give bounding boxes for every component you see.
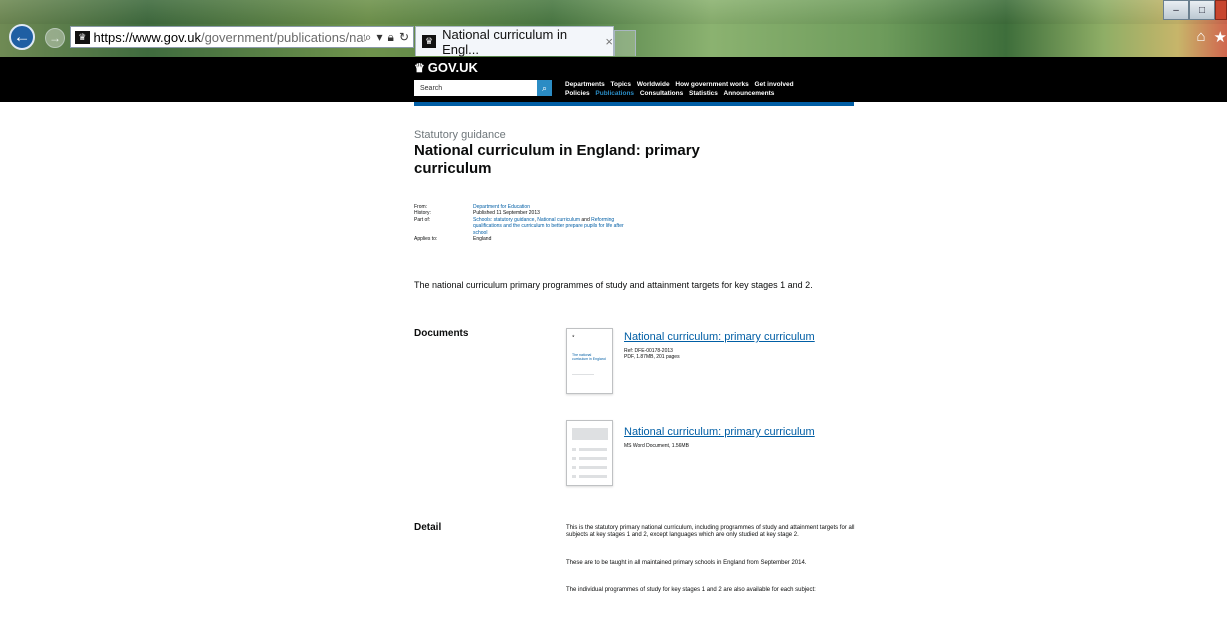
meta-applies-value: England xyxy=(473,236,492,242)
nav-consultations[interactable]: Consultations xyxy=(640,90,683,97)
detail-paragraph: These are to be taught in all maintained… xyxy=(566,560,807,566)
detail-paragraph: The individual programmes of study for k… xyxy=(566,587,816,593)
title-bar xyxy=(0,0,1227,24)
close-window-button[interactable] xyxy=(1215,0,1227,20)
maximize-button[interactable]: □ xyxy=(1189,0,1215,20)
logo-text: GOV.UK xyxy=(427,60,478,75)
nav-statistics[interactable]: Statistics xyxy=(689,90,718,97)
document-info-word: MS Word Document, 1.56MB xyxy=(624,443,689,449)
nav-worldwide[interactable]: Worldwide xyxy=(637,81,670,88)
new-tab-button[interactable] xyxy=(614,30,636,56)
site-search-input[interactable]: Search xyxy=(414,80,537,96)
browser-tab[interactable]: ♛ National curriculum in Engl... × xyxy=(415,26,614,57)
meta-part-of-link-schools[interactable]: Schools: statutory guidance xyxy=(473,217,534,223)
back-button[interactable]: ← xyxy=(9,24,35,50)
document-type: Statutory guidance xyxy=(414,129,506,141)
detail-paragraph: This is the statutory primary national c… xyxy=(566,525,855,539)
thumbnail-bullet xyxy=(572,448,576,451)
thumbnail-bullet xyxy=(572,457,576,460)
thumbnail-bullet xyxy=(572,466,576,469)
refresh-icon[interactable]: ↻ xyxy=(399,30,409,45)
detail-heading: Detail xyxy=(414,522,442,533)
browser-chrome: – □ ← → ♛ https://www.gov.uk/government/… xyxy=(0,0,1227,57)
meta-part-of-label: Part of: xyxy=(414,216,431,223)
nav-how-government-works[interactable]: How government works xyxy=(675,81,748,88)
forward-arrow-icon: → xyxy=(49,31,61,45)
nav-publications[interactable]: Publications xyxy=(595,90,634,97)
document-link-pdf[interactable]: National curriculum: primary curriculum xyxy=(624,331,815,343)
meta-part-of-line2[interactable]: qualifications and the curriculum to bet… xyxy=(473,223,624,229)
url-path: /government/publications/nati xyxy=(200,29,365,45)
document-thumbnail-word[interactable] xyxy=(566,420,613,486)
thumbnail-block xyxy=(572,428,608,440)
thumbnail-line xyxy=(579,448,607,451)
nav-get-involved[interactable]: Get involved xyxy=(755,81,794,88)
search-icon[interactable]: ⌕ xyxy=(365,30,372,45)
thumbnail-line xyxy=(579,475,607,478)
close-tab-icon[interactable]: × xyxy=(605,34,613,49)
thumbnail-title: The national curriculum in England xyxy=(572,353,606,361)
meta-and: and xyxy=(580,216,592,223)
crown-icon: ♛ xyxy=(422,35,437,48)
nav-topics[interactable]: Topics xyxy=(611,81,631,88)
forward-button[interactable]: → xyxy=(45,28,65,48)
crest-icon: ♛ xyxy=(572,334,575,338)
search-icon: ⌕ xyxy=(541,82,548,93)
thumbnail-bullet xyxy=(572,475,576,478)
document-info-pdf: PDF, 1.87MB, 201 pages xyxy=(624,354,680,360)
window-controls: – □ xyxy=(1163,0,1227,20)
meta-part-of-link-reforming[interactable]: Reforming xyxy=(591,217,614,223)
address-bar[interactable]: ♛ https://www.gov.uk/government/publicat… xyxy=(70,26,414,48)
search-button[interactable]: ⌕ xyxy=(537,80,552,96)
document-thumbnail-pdf[interactable]: ♛ The national curriculum in England xyxy=(566,328,613,394)
url-host: https://www.gov.uk xyxy=(93,29,201,45)
header-accent-bar xyxy=(414,102,854,106)
tab-title: National curriculum in Engl... xyxy=(442,26,568,57)
documents-heading: Documents xyxy=(414,328,469,339)
minimize-button[interactable]: – xyxy=(1163,0,1189,20)
nav-policies[interactable]: Policies xyxy=(565,90,590,97)
page-title: National curriculum in England: primary … xyxy=(414,142,700,177)
dropdown-icon[interactable]: ▾ xyxy=(377,30,383,45)
main-nav: Departments Topics Worldwide How governm… xyxy=(565,80,798,98)
lock-icon[interactable]: 🔒︎ xyxy=(388,30,394,45)
summary: The national curriculum primary programm… xyxy=(414,280,813,290)
thumbnail-line xyxy=(572,374,594,375)
home-icon[interactable]: ⌂ xyxy=(1196,28,1205,46)
nav-announcements[interactable]: Announcements xyxy=(724,90,775,97)
meta-applies-label: Applies to: xyxy=(414,236,438,242)
crown-icon: ♛ xyxy=(414,60,425,75)
favorites-star-icon[interactable]: ★ xyxy=(1214,28,1227,46)
browser-tools: ⌂ ★ xyxy=(1196,28,1227,46)
thumbnail-line xyxy=(579,457,607,460)
thumbnail-line xyxy=(579,466,607,469)
crown-icon: ♛ xyxy=(75,30,90,44)
nav-departments[interactable]: Departments xyxy=(565,81,605,88)
back-arrow-icon: ← xyxy=(13,27,31,46)
meta-part-of-link-national-curriculum[interactable]: National curriculum xyxy=(537,217,580,223)
govuk-logo[interactable]: ♛ GOV.UK xyxy=(414,60,478,75)
document-link-word[interactable]: National curriculum: primary curriculum xyxy=(624,426,815,438)
